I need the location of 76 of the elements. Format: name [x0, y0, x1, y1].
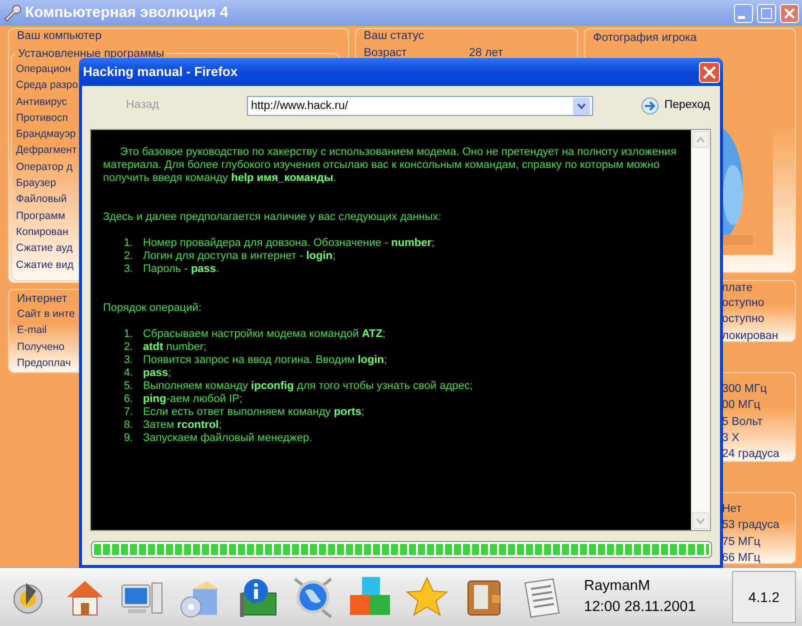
program-item: Браузер [16, 176, 56, 192]
program-item: Брандмауэр [16, 127, 76, 142]
list-item: Запускаем файловый менеджер. [143, 432, 312, 445]
internet-item: Сайт в инте [17, 307, 75, 322]
value-text: 66 МГц [722, 550, 760, 566]
list-item: Затем rcontrol; [143, 419, 222, 432]
minimize-button[interactable] [734, 4, 753, 22]
maximize-button[interactable] [757, 4, 776, 22]
paragraph: Порядок операций: [103, 302, 202, 315]
value-text: 24 градуса [722, 447, 780, 462]
value-text: локирован [722, 328, 778, 344]
program-item: Файловый [16, 192, 67, 208]
internet-item: Получено [17, 340, 64, 355]
list-number: 1. [122, 237, 134, 250]
internet-item: E-mail [17, 323, 47, 338]
value-text: 5 Вольт [722, 414, 762, 430]
panel-title: плате [722, 281, 754, 295]
value-text: Нет [722, 502, 742, 517]
program-item: Антивирус [16, 94, 68, 110]
close-button[interactable] [699, 62, 720, 82]
list-number: 7. [122, 406, 134, 419]
paragraph: Это базовое руководство по хакерству с использованием модема. Оно не претендует на полноту изложения материала. Для более глубокого изучения отсылаю вас к консольным командам, справку по которым можно получить введя команду help имя_команды. [103, 146, 678, 185]
value-text: 3 X [722, 430, 740, 446]
program-item: Среда разро [16, 78, 78, 94]
program-item: Операцион [16, 62, 71, 77]
list-number: 2. [122, 250, 134, 263]
internet-item: Предоплач [17, 356, 71, 371]
list-number: 4. [122, 367, 134, 380]
date-time: 12:00 28.11.2001 [584, 598, 696, 617]
value-text: оступно [722, 312, 764, 328]
list-number: 9. [122, 432, 134, 445]
value-text: оступно [722, 296, 764, 311]
panel-title: Фотография игрока [593, 31, 698, 45]
value-text: 300 МГц [722, 382, 767, 397]
list-number: 8. [122, 419, 134, 432]
list-number: 5. [122, 380, 134, 393]
program-item: Копирован [16, 224, 68, 240]
globe-icon[interactable] [291, 575, 335, 619]
panel-title: Интернет [17, 292, 68, 306]
list-item: Выполняем команду ipconfig для того чтобы узнать свой адрес; [143, 380, 473, 393]
close-button[interactable] [780, 4, 799, 22]
list-number: 3. [122, 263, 134, 276]
minimize-icon [738, 16, 744, 18]
program-item: Противосп [16, 110, 68, 126]
go-button[interactable]: Переход [641, 97, 710, 115]
list-item: Сбрасываем настройки модема командой ATZ; [143, 328, 386, 341]
list-number: 2. [122, 341, 134, 354]
program-item: Сжатие ауд [16, 241, 73, 256]
list-item: Появится запрос на ввод логина. Вводим login; [143, 354, 388, 367]
program-item: Программ [16, 208, 66, 224]
list-item: Номер провайдера для довзона. Обозначение - number; [143, 237, 435, 250]
user-name: RaymanM [584, 577, 652, 596]
panel-title: Ваш компьютер [17, 29, 102, 43]
dropdown-icon[interactable] [572, 98, 590, 115]
list-item: Пароль - pass. [143, 263, 220, 276]
url-field[interactable]: http://www.hack.ru/ [246, 96, 593, 116]
program-item: Дефрагмент [16, 143, 77, 158]
paragraph: Здесь и далее предполагается наличие у вас следующих данных: [103, 211, 442, 224]
list-item: Логин для доступа в интернет - login; [143, 250, 336, 263]
status-label: Возраст [364, 46, 407, 61]
program-item: Оператор д [16, 160, 73, 175]
list-number: 1. [122, 328, 134, 341]
program-item: Сжатие вид [16, 258, 74, 273]
status-value: 28 лет [469, 46, 503, 61]
list-item: atdt number; [143, 341, 207, 354]
list-item: ping-аем любой IP; [143, 393, 242, 406]
panel-title: Ваш статус [364, 29, 426, 43]
version-label: 4.1.2 [732, 571, 796, 623]
window-title: Компьютерная эволюция 4 [25, 2, 228, 23]
list-item: pass; [143, 367, 172, 380]
value-text: 53 градуса [722, 518, 780, 534]
list-item: Если есть ответ выполняем команду ports; [143, 406, 364, 419]
list-number: 6. [122, 393, 134, 406]
value-text: 75 МГц [722, 534, 760, 550]
dialog-title: Hacking manual - Firefox [83, 63, 238, 82]
list-number: 3. [122, 354, 134, 367]
